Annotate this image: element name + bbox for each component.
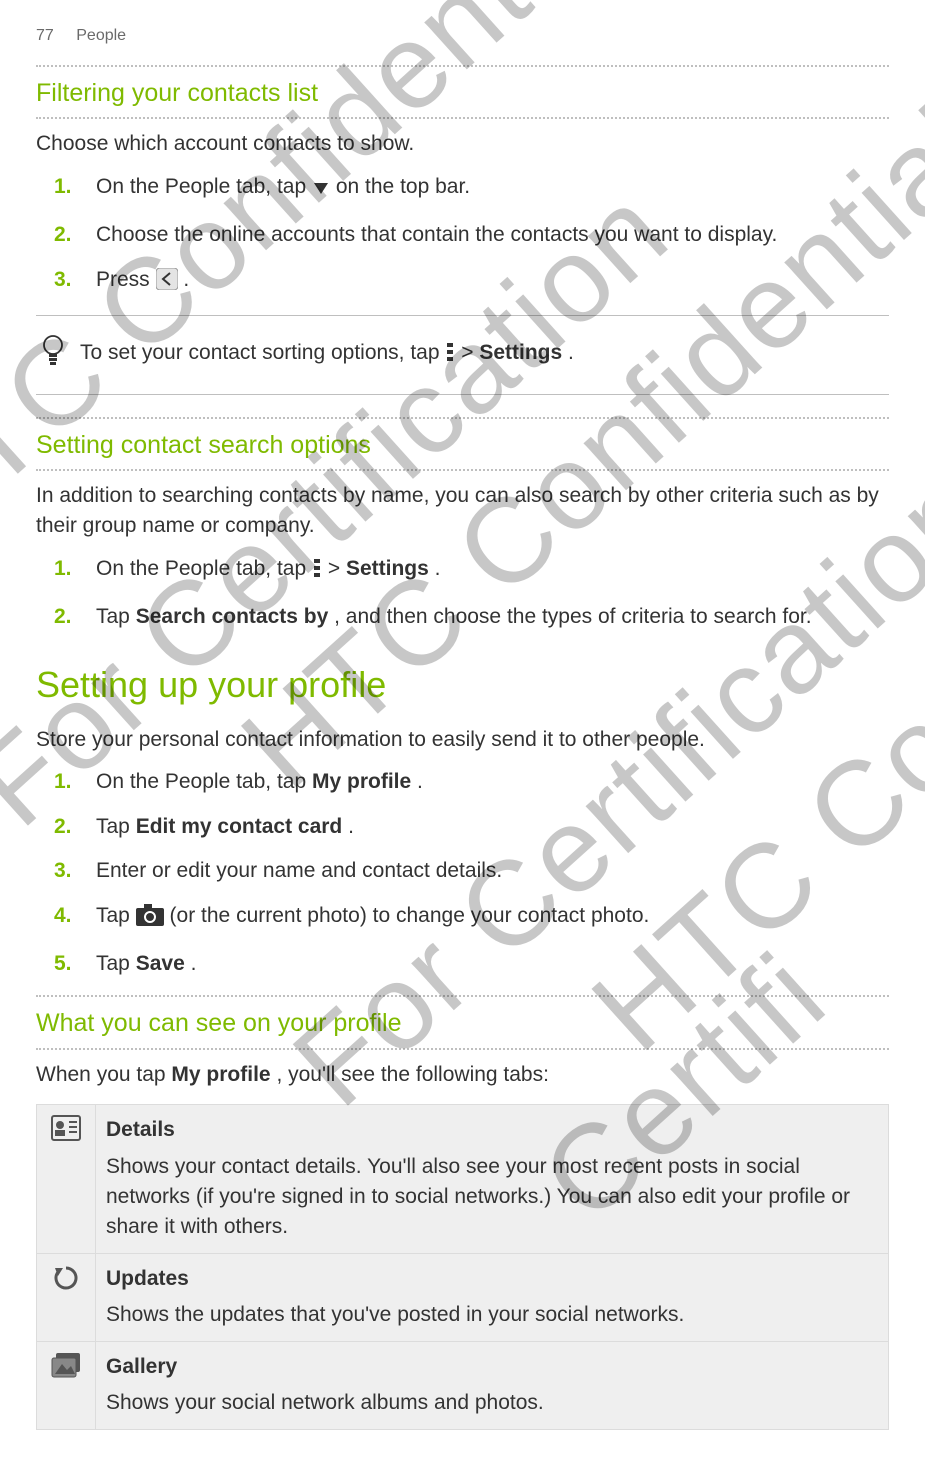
step-text: Press . — [96, 265, 889, 299]
body-text: When you tap My profile , you'll see the… — [36, 1060, 889, 1090]
gallery-tab-cell: Gallery Shows your social network albums… — [96, 1341, 889, 1429]
edit-contact-card-link: Edit my contact card — [136, 815, 343, 838]
details-tab-title: Details — [106, 1115, 878, 1145]
overflow-menu-icon — [445, 341, 455, 372]
step-number: 2. — [36, 602, 96, 632]
step-text: Choose the online accounts that contain … — [96, 220, 889, 250]
divider — [36, 65, 889, 67]
search-contacts-by-link: Search contacts by — [136, 605, 329, 628]
body-text: Store your personal contact information … — [36, 725, 889, 755]
heading-what-you-can-see: What you can see on your profile — [36, 1005, 889, 1041]
divider — [36, 469, 889, 471]
details-tab-body: Shows your contact details. You'll also … — [106, 1155, 850, 1239]
heading-filtering: Filtering your contacts list — [36, 75, 889, 111]
details-tab-cell: Details Shows your contact details. You'… — [96, 1105, 889, 1254]
gallery-tab-body: Shows your social network albums and pho… — [106, 1391, 544, 1414]
updates-tab-body: Shows the updates that you've posted in … — [106, 1303, 684, 1326]
save-link: Save — [136, 952, 185, 975]
table-row: Gallery Shows your social network albums… — [37, 1341, 889, 1429]
divider — [36, 995, 889, 997]
step-number: 1. — [36, 172, 96, 206]
back-chevron-icon — [156, 268, 178, 299]
section-name: People — [76, 27, 126, 44]
tabs-table: Details Shows your contact details. You'… — [36, 1104, 889, 1430]
dropdown-triangle-icon — [312, 176, 330, 206]
step-number: 5. — [36, 949, 96, 979]
page-number: 77 — [36, 27, 54, 44]
step-number: 4. — [36, 901, 96, 935]
gallery-tab-title: Gallery — [106, 1352, 878, 1382]
body-text: In addition to searching contacts by nam… — [36, 481, 889, 542]
step-number: 2. — [36, 220, 96, 250]
divider — [36, 1048, 889, 1050]
my-profile-link: My profile — [312, 770, 411, 793]
my-profile-link: My profile — [171, 1063, 270, 1086]
step-text: Tap Search contacts by , and then choose… — [96, 602, 889, 632]
heading-search-options: Setting contact search options — [36, 427, 889, 463]
step-number: 3. — [36, 265, 96, 299]
tip-text: To set your contact sorting options, tap… — [80, 338, 574, 372]
settings-link: Settings — [346, 557, 429, 580]
updates-tab-cell: Updates Shows the updates that you've po… — [96, 1253, 889, 1341]
camera-icon — [136, 904, 164, 935]
divider — [36, 417, 889, 419]
heading-setting-up-profile: Setting up your profile — [36, 659, 889, 711]
body-text: Choose which account contacts to show. — [36, 129, 889, 159]
steps-list: 1. On the People tab, tap on the top bar… — [36, 172, 889, 299]
updates-tab-icon — [37, 1253, 96, 1341]
step-text: On the People tab, tap on the top bar. — [96, 172, 889, 206]
divider — [36, 117, 889, 119]
step-number: 3. — [36, 856, 96, 886]
steps-list: 1. On the People tab, tap > Settings . 2… — [36, 554, 889, 633]
overflow-menu-icon — [312, 557, 322, 588]
step-text: Tap Save . — [96, 949, 889, 979]
step-text: Tap (or the current photo) to change you… — [96, 901, 889, 935]
table-row: Details Shows your contact details. You'… — [37, 1105, 889, 1254]
gallery-tab-icon — [37, 1341, 96, 1429]
lightbulb-icon — [40, 334, 66, 375]
details-tab-icon — [37, 1105, 96, 1254]
step-text: Tap Edit my contact card . — [96, 812, 889, 842]
step-text: On the People tab, tap My profile . — [96, 767, 889, 797]
tip-box: To set your contact sorting options, tap… — [36, 315, 889, 394]
step-number: 2. — [36, 812, 96, 842]
step-number: 1. — [36, 767, 96, 797]
updates-tab-title: Updates — [106, 1264, 878, 1294]
table-row: Updates Shows the updates that you've po… — [37, 1253, 889, 1341]
step-text: On the People tab, tap > Settings . — [96, 554, 889, 588]
step-text: Enter or edit your name and contact deta… — [96, 856, 889, 886]
steps-list: 1. On the People tab, tap My profile . 2… — [36, 767, 889, 979]
settings-link: Settings — [479, 341, 562, 364]
running-header: 77 People — [36, 24, 889, 47]
step-number: 1. — [36, 554, 96, 588]
